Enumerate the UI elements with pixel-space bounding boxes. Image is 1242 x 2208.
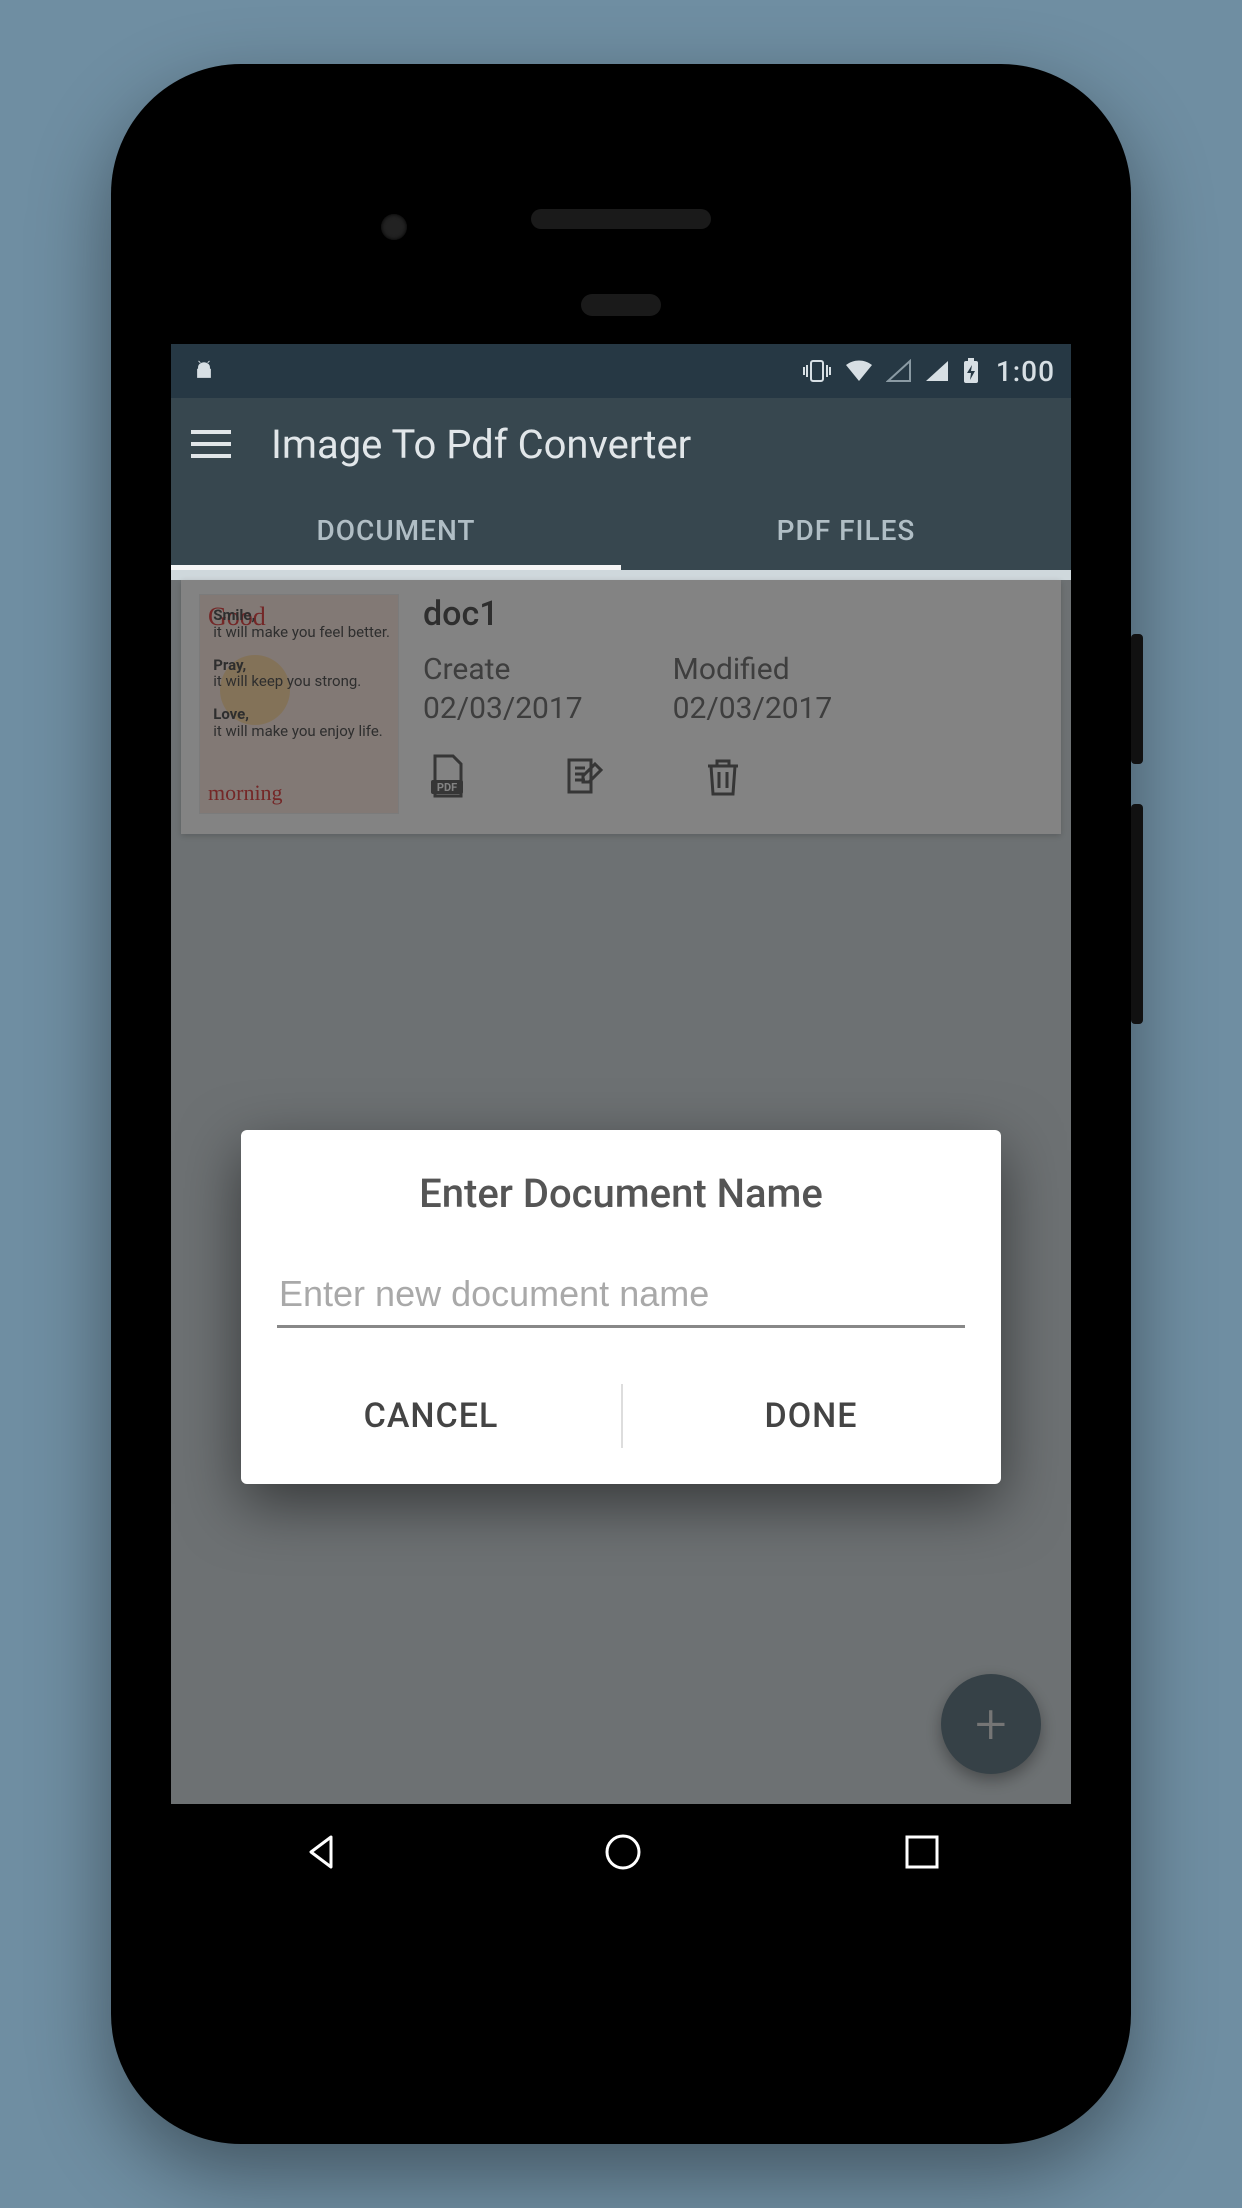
phone-side-button [1131, 634, 1143, 764]
status-time: 1:00 [996, 355, 1055, 388]
phone-side-button [1131, 804, 1143, 1024]
screen: 1:00 Image To Pdf Converter DOCUMENT PDF… [171, 344, 1071, 1804]
home-icon[interactable] [600, 1829, 646, 1879]
recent-apps-icon[interactable] [901, 1831, 943, 1877]
app-title: Image To Pdf Converter [271, 421, 691, 468]
tab-bar: DOCUMENT PDF FILES [171, 490, 1071, 570]
wifi-icon [844, 359, 874, 383]
menu-icon[interactable] [191, 430, 231, 458]
back-icon[interactable] [299, 1829, 345, 1879]
signal-empty-icon [886, 359, 912, 383]
tab-pdf-files[interactable]: PDF FILES [621, 490, 1071, 570]
app-bar: Image To Pdf Converter [171, 398, 1071, 490]
battery-charging-icon [962, 358, 980, 384]
cancel-button[interactable]: CANCEL [241, 1378, 621, 1454]
android-nav-bar [171, 1804, 1071, 1904]
content-area: Good Smile,it will make you feel better.… [171, 580, 1071, 1804]
dialog-actions: CANCEL DONE [241, 1378, 1001, 1454]
vibrate-icon [802, 358, 832, 384]
tab-document[interactable]: DOCUMENT [171, 490, 621, 570]
dialog-title: Enter Document Name [241, 1170, 1001, 1217]
document-name-dialog: Enter Document Name CANCEL DONE [241, 1130, 1001, 1484]
status-bar: 1:00 [171, 344, 1071, 398]
android-icon [193, 359, 215, 383]
phone-camera [381, 214, 407, 240]
signal-full-icon [924, 359, 950, 383]
document-name-input[interactable] [277, 1267, 965, 1328]
done-button[interactable]: DONE [621, 1378, 1001, 1454]
phone-frame: 1:00 Image To Pdf Converter DOCUMENT PDF… [111, 64, 1131, 2144]
